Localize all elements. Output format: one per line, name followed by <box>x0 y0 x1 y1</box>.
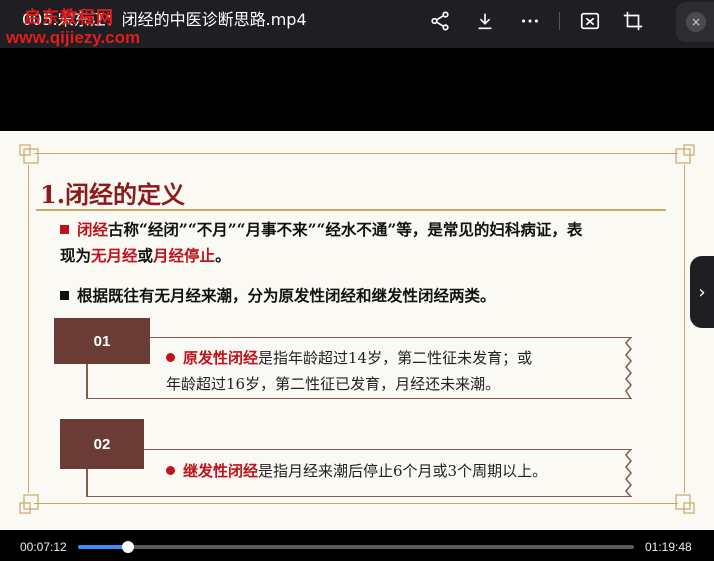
progress-bar[interactable] <box>78 541 634 553</box>
definition-text-a: 古称“经闭”“不月”“月事不来”“经水不通”等，是常见的妇科病证，表 <box>108 220 583 239</box>
bullet-dot-icon <box>166 466 175 475</box>
frame-corner-icon <box>674 143 696 165</box>
term-no-menses: 无月经 <box>91 246 138 265</box>
classification-text: 根据既往有无月经来潮，分为原发性闭经和继发性闭经两类。 <box>77 286 496 305</box>
close-button[interactable]: × <box>676 2 714 42</box>
frame-left <box>28 165 29 493</box>
bullet-dot-icon <box>166 353 175 362</box>
item-01-line1: 是指年龄超过14岁，第二性征未发育；或 <box>258 349 533 367</box>
bullet-square-icon <box>60 225 69 234</box>
share-icon[interactable] <box>427 8 453 34</box>
term-menses-stop: 月经停止 <box>153 246 216 265</box>
more-icon[interactable] <box>517 8 543 34</box>
title-bar: 005.宋东江：闭经的中医诊断思路.mp4 启东教程网 www.qijiezy.… <box>0 0 714 48</box>
video-frame-slide: 1.闭经的定义 闭经古称“经闭”“不月”“月事不来”“经水不通”等，是常见的妇科… <box>0 131 714 530</box>
close-icon: × <box>686 12 706 32</box>
definition-text-c: 或 <box>137 246 154 265</box>
item-02-zigzag-edge <box>625 449 632 497</box>
next-panel-button[interactable]: › <box>690 256 714 328</box>
chevron-right-icon: › <box>698 281 706 303</box>
item-02-term: 继发性闭经 <box>183 462 259 480</box>
toolbar-separator <box>559 12 560 30</box>
frame-bottom <box>34 503 678 504</box>
item-01-line2: 年龄超过16岁，第二性征已发育，月经还未来潮。 <box>166 375 501 393</box>
item-01-text: 原发性闭经是指年龄超过14岁，第二性征未发育；或 年龄超过16岁，第二性征已发育… <box>166 345 616 397</box>
progress-thumb[interactable] <box>122 541 135 553</box>
bullet-square-icon <box>60 291 69 300</box>
frame-right <box>684 165 685 493</box>
screen-capture-icon[interactable] <box>577 8 603 34</box>
slide-heading: 1.闭经的定义 <box>40 180 186 209</box>
heading-underline <box>36 209 666 211</box>
definition-paragraph: 闭经古称“经闭”“不月”“月事不来”“经水不通”等，是常见的妇科病证，表 现为无… <box>60 217 660 269</box>
crop-icon[interactable] <box>620 8 646 34</box>
total-time: 01:19:48 <box>645 540 692 554</box>
frame-top <box>34 153 678 154</box>
item-02-text: 继发性闭经是指月经来潮后停止6个月或3个周期以上。 <box>166 458 616 484</box>
frame-corner-icon <box>18 493 40 515</box>
current-time: 00:07:12 <box>20 540 67 554</box>
definition-text-d: 。 <box>215 246 231 265</box>
download-icon[interactable] <box>472 8 498 34</box>
watermark-top: 启东教程网 <box>24 8 114 27</box>
frame-corner-icon <box>18 143 40 165</box>
item-02-number-tab: 02 <box>60 419 144 469</box>
item-01-zigzag-edge <box>625 337 632 399</box>
item-01-number-tab: 01 <box>54 318 150 364</box>
frame-corner-icon <box>674 493 696 515</box>
definition-text-b: 现为 <box>60 246 92 265</box>
item-01-term: 原发性闭经 <box>183 349 259 367</box>
watermark-url: www.qijiezy.com <box>6 28 141 47</box>
classification-paragraph: 根据既往有无月经来潮，分为原发性闭经和继发性闭经两类。 <box>60 283 660 309</box>
term-amenorrhea: 闭经 <box>77 220 109 239</box>
item-02-line1: 是指月经来潮后停止6个月或3个周期以上。 <box>258 462 548 480</box>
progress-fill <box>78 545 129 549</box>
